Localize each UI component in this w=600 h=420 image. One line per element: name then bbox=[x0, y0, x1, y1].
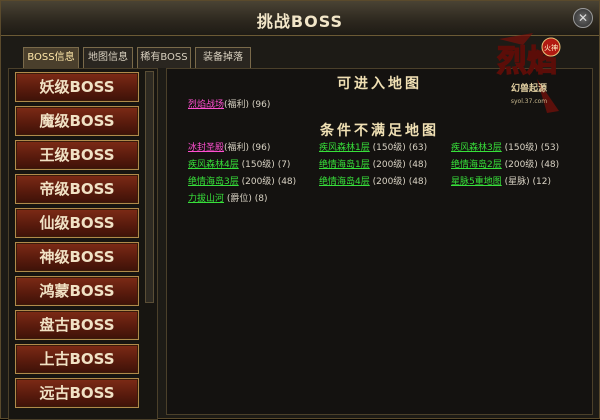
boss-level-button[interactable]: 魔级BOSS bbox=[15, 106, 139, 136]
map-entry[interactable]: 绝情海岛3层 (200级) (48) bbox=[188, 174, 296, 187]
map-link[interactable]: 星脉5重地图 bbox=[451, 177, 502, 187]
map-link[interactable]: 冰封圣殿 bbox=[188, 143, 224, 153]
logo-subtitle: 幻兽起源 bbox=[511, 82, 547, 94]
boss-challenge-window: 挑战BOSS ✕ BOSS信息 地图信息 稀有BOSS 装备掉落 妖级BOSS … bbox=[0, 0, 600, 420]
map-level: (48) bbox=[408, 160, 428, 170]
map-level: (12) bbox=[532, 177, 551, 187]
map-entry[interactable]: 星脉5重地图 (星脉) (12) bbox=[451, 174, 551, 187]
map-tag: (200级) bbox=[241, 177, 275, 187]
map-link[interactable]: 疾风森林1层 bbox=[319, 143, 370, 153]
boss-level-list: 妖级BOSS 魔级BOSS 王级BOSS 帝级BOSS 仙级BOSS 神级BOS… bbox=[8, 68, 158, 420]
boss-level-button[interactable]: 鸿蒙BOSS bbox=[15, 276, 139, 306]
map-link[interactable]: 绝情海岛1层 bbox=[319, 160, 370, 170]
map-tag: (150级) bbox=[372, 143, 406, 153]
map-tag: (福利) bbox=[224, 143, 250, 153]
map-entry[interactable]: 绝情海岛4层 (200级) (48) bbox=[319, 174, 427, 187]
boss-level-button[interactable]: 帝级BOSS bbox=[15, 174, 139, 204]
map-entry[interactable]: 疾风森林1层 (150级) (63) bbox=[319, 140, 427, 153]
map-level: (48) bbox=[540, 160, 560, 170]
map-tag: (150级) bbox=[241, 160, 275, 170]
boss-level-button[interactable]: 神级BOSS bbox=[15, 242, 139, 272]
scrollbar[interactable] bbox=[145, 71, 154, 303]
map-level: (48) bbox=[277, 177, 297, 187]
map-tag: (150级) bbox=[504, 143, 538, 153]
map-level: (96) bbox=[251, 100, 271, 110]
map-entry[interactable]: 疾风森林3层 (150级) (53) bbox=[451, 140, 559, 153]
map-level: (63) bbox=[408, 143, 428, 153]
map-link[interactable]: 绝情海岛4层 bbox=[319, 177, 370, 187]
boss-level-button[interactable]: 王级BOSS bbox=[15, 140, 139, 170]
map-link[interactable]: 绝情海岛2层 bbox=[451, 160, 502, 170]
map-tag: (200级) bbox=[372, 160, 406, 170]
map-link[interactable]: 疾风森林4层 bbox=[188, 160, 239, 170]
map-tag: (星脉) bbox=[504, 177, 530, 187]
map-level: (48) bbox=[408, 177, 428, 187]
map-entry[interactable]: 冰封圣殿(福利) (96) bbox=[188, 140, 270, 153]
map-level: (7) bbox=[277, 160, 291, 170]
tab-equipment-drops[interactable]: 装备掉落 bbox=[195, 47, 251, 68]
map-tag: (爵位) bbox=[226, 194, 252, 204]
tab-rare-boss[interactable]: 稀有BOSS bbox=[137, 47, 191, 68]
map-entry[interactable]: 力拔山河 (爵位) (8) bbox=[188, 191, 268, 204]
boss-level-button[interactable]: 盘古BOSS bbox=[15, 310, 139, 340]
boss-level-button[interactable]: 上古BOSS bbox=[15, 344, 139, 374]
map-entry[interactable]: 疾风森林4层 (150级) (7) bbox=[188, 157, 290, 170]
map-level: (96) bbox=[251, 143, 271, 153]
close-icon[interactable]: ✕ bbox=[573, 8, 593, 28]
map-link[interactable]: 烈焰战场 bbox=[188, 100, 224, 110]
tab-map-info[interactable]: 地图信息 bbox=[83, 47, 133, 68]
map-link[interactable]: 疾风森林3层 bbox=[451, 143, 502, 153]
map-entry[interactable]: 绝情海岛2层 (200级) (48) bbox=[451, 157, 559, 170]
locked-maps-heading: 条件不满足地图 bbox=[320, 123, 439, 139]
map-level: (53) bbox=[540, 143, 560, 153]
boss-level-button[interactable]: 妖级BOSS bbox=[15, 72, 139, 102]
map-entry[interactable]: 烈焰战场(福利) (96) bbox=[188, 97, 270, 110]
tab-boss-info[interactable]: BOSS信息 bbox=[23, 47, 79, 68]
boss-level-button[interactable]: 远古BOSS bbox=[15, 378, 139, 408]
map-level: (8) bbox=[254, 194, 268, 204]
map-link[interactable]: 绝情海岛3层 bbox=[188, 177, 239, 187]
boss-level-button[interactable]: 仙级BOSS bbox=[15, 208, 139, 238]
logo-badge-text: 火神 bbox=[544, 43, 558, 52]
game-logo: 烈焰 火神 幻兽起源 syol.37.com bbox=[496, 33, 561, 113]
map-tag: (200级) bbox=[372, 177, 406, 187]
logo-url: syol.37.com bbox=[511, 98, 547, 105]
map-tag: (200级) bbox=[504, 160, 538, 170]
map-link[interactable]: 力拔山河 bbox=[188, 194, 224, 204]
map-tag: (福利) bbox=[224, 100, 250, 110]
map-entry[interactable]: 绝情海岛1层 (200级) (48) bbox=[319, 157, 427, 170]
